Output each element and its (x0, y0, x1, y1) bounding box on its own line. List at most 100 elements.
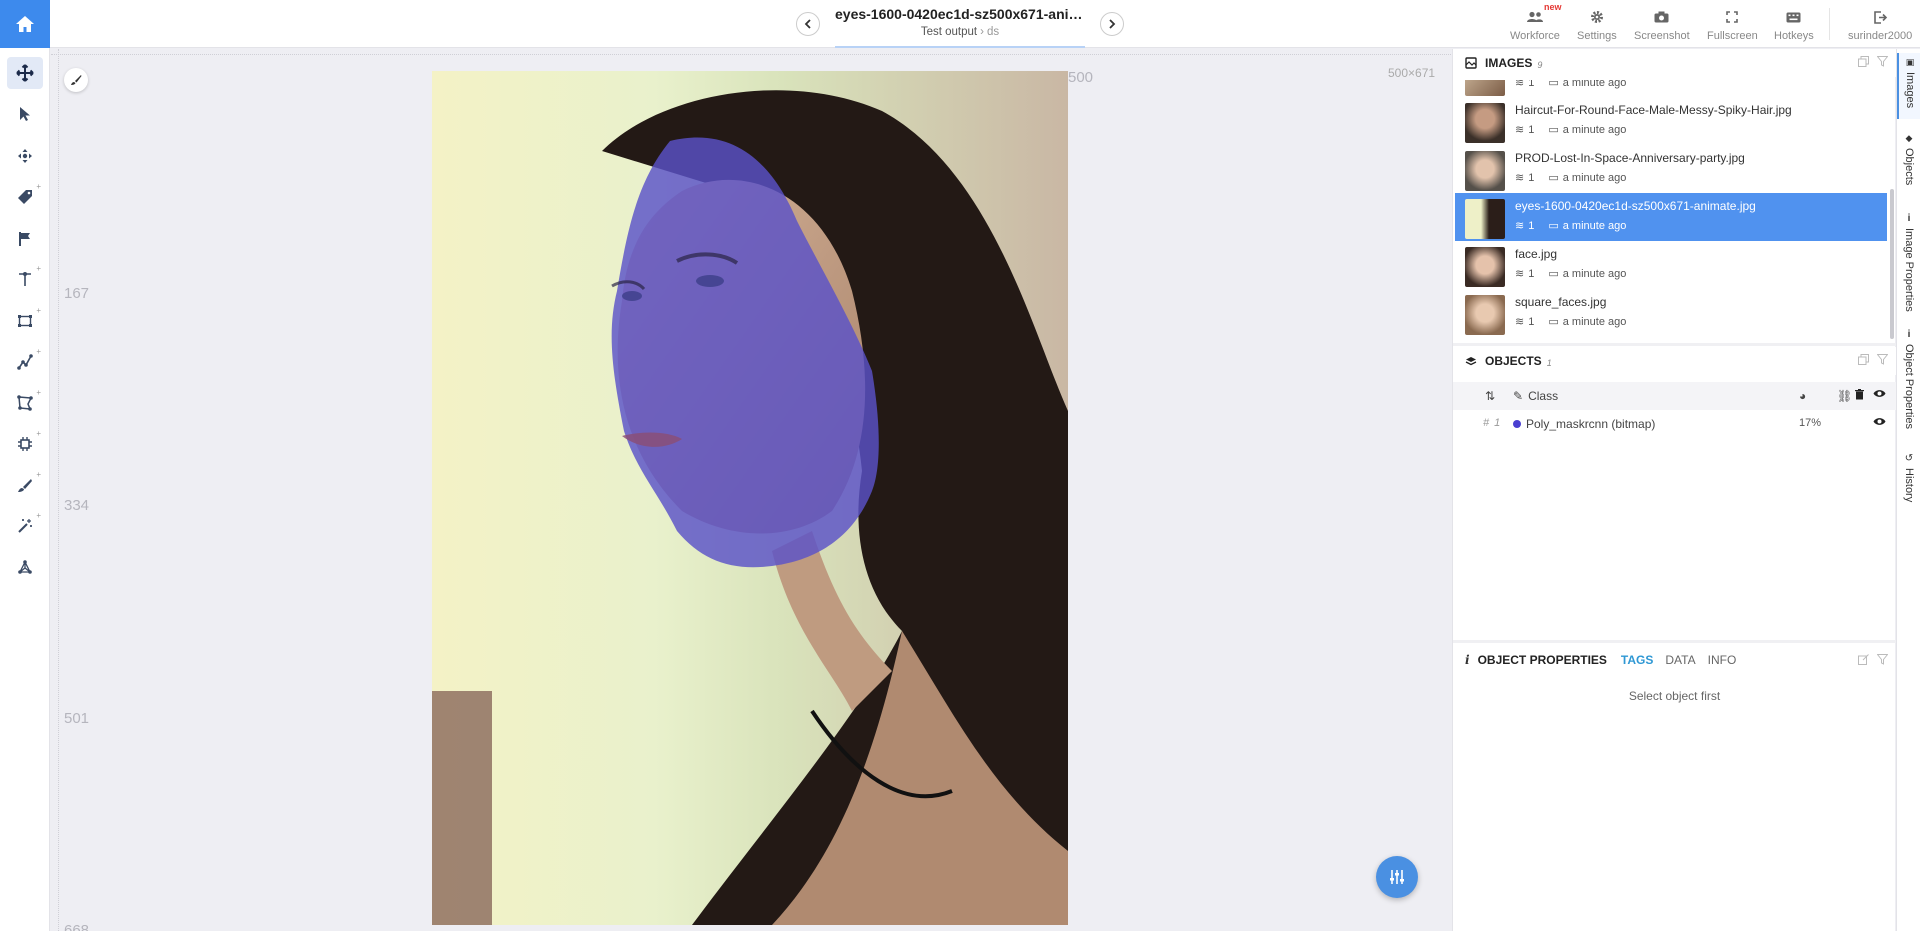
object-properties-title: OBJECT PROPERTIES (1477, 653, 1607, 667)
image-list-item[interactable]: ≋ 1 ▭ a minute ago (1455, 80, 1887, 98)
side-tab-objects[interactable]: ◆ Objects (1897, 129, 1920, 199)
fullscreen-icon (1726, 8, 1739, 26)
smart-tool-button[interactable]: + (7, 428, 43, 460)
brush-settings-button[interactable] (64, 68, 88, 92)
objects-count: 1 (1546, 357, 1552, 368)
chevron-left-icon (804, 19, 811, 29)
next-image-button[interactable] (1100, 12, 1124, 36)
breadcrumb-separator-icon: › (980, 26, 984, 38)
object-count: 1 (1528, 171, 1535, 184)
graph-tool-button[interactable] (7, 551, 43, 583)
image-meta: ≋ 1 ▭ a minute ago (1515, 315, 1626, 329)
top-bar: eyes-1600-0420ec1d-sz500x671-anim... Tes… (0, 0, 1920, 48)
copy-icon[interactable] (1858, 354, 1869, 365)
image-list-item[interactable]: square_faces.jpg ≋ 1 ▭ a minute ago (1455, 289, 1887, 337)
image-canvas[interactable] (432, 71, 1068, 925)
tab-data[interactable]: DATA (1665, 653, 1695, 667)
plus-icon: + (36, 264, 41, 273)
tab-tags[interactable]: TAGS (1621, 653, 1653, 667)
image-name: eyes-1600-0420ec1d-sz500x671-animate.jpg (1515, 199, 1756, 213)
filter-icon[interactable] (1877, 654, 1888, 665)
copy-icon[interactable] (1858, 56, 1869, 67)
filter-icon[interactable] (1877, 56, 1888, 67)
sort-index-icon[interactable]: ⇅ (1485, 389, 1495, 403)
panel-resize-handle[interactable] (1453, 343, 1896, 346)
rectangle-tool-button[interactable]: + (7, 305, 43, 337)
tab-info[interactable]: INFO (1708, 653, 1737, 667)
images-icon (1465, 57, 1477, 69)
pan-tool-button[interactable] (7, 57, 43, 89)
image-list-scrollbar[interactable] (1890, 189, 1894, 339)
eye-icon[interactable] (1873, 389, 1886, 398)
class-color-dot (1513, 420, 1521, 428)
class-column-header[interactable]: ✎ Class (1513, 389, 1558, 403)
tag-tool-button[interactable]: + (7, 181, 43, 213)
image-thumbnail (1465, 295, 1505, 335)
calendar-icon: ▭ (1548, 316, 1559, 328)
side-tab-image-properties[interactable]: i Image Properties (1897, 209, 1920, 313)
image-list-item[interactable]: PROD-Lost-In-Space-Anniversary-party.jpg… (1455, 145, 1887, 193)
layers-icon: ≋ (1515, 220, 1525, 232)
ruler-label-left: 167 (64, 285, 90, 302)
edit-icon[interactable] (1858, 654, 1869, 665)
prev-image-button[interactable] (796, 12, 820, 36)
people-icon (1526, 8, 1544, 26)
image-time: a minute ago (1562, 123, 1627, 136)
workforce-button[interactable]: new Workforce (1510, 2, 1562, 42)
info-icon: i (1907, 213, 1911, 224)
image-list-item[interactable]: Haircut-For-Round-Face-Male-Messy-Spiky-… (1455, 97, 1887, 145)
image-list-item[interactable]: face.jpg ≋ 1 ▭ a minute ago (1455, 241, 1887, 289)
fullscreen-button[interactable]: Fullscreen (1707, 8, 1758, 42)
workforce-label: Workforce (1510, 30, 1560, 42)
magic-wand-icon (18, 519, 32, 533)
brush-tool-button[interactable]: + (7, 469, 43, 501)
side-tab-object-properties[interactable]: i Object Properties (1897, 325, 1920, 433)
panel-resize-handle[interactable] (1453, 640, 1896, 643)
side-tab-label: Objects (1903, 148, 1915, 186)
objects-title: OBJECTS (1485, 354, 1542, 368)
user-logout-button[interactable]: surinder2000 (1848, 8, 1912, 42)
plus-icon: + (36, 511, 41, 520)
move-arrows-icon (16, 64, 34, 82)
images-section-header: IMAGES 9 (1453, 49, 1896, 77)
username-label: surinder2000 (1848, 30, 1913, 42)
plus-icon: + (36, 347, 41, 356)
portrait-image (432, 71, 1068, 925)
filter-icon[interactable] (1877, 354, 1888, 365)
brush-icon (18, 479, 32, 492)
object-row[interactable]: #1 Poly_maskrcnn (bitmap) 17% (1453, 410, 1896, 436)
image-list[interactable]: ≋ 1 ▭ a minute ago Haircut-For-Round-Face-… (1453, 80, 1889, 343)
object-count: 1 (1528, 80, 1535, 89)
settings-button[interactable]: Settings (1577, 8, 1617, 42)
point-tool-button[interactable]: + (7, 263, 43, 295)
magic-wand-tool-button[interactable]: + (7, 510, 43, 542)
screenshot-button[interactable]: Screenshot (1634, 8, 1690, 42)
object-count: 1 (1528, 219, 1535, 232)
calendar-icon: ▭ (1548, 172, 1559, 184)
select-tool-button[interactable] (7, 98, 43, 130)
breadcrumb-dataset[interactable]: ds (987, 26, 999, 38)
link-icon[interactable]: ⛓ (1837, 389, 1852, 403)
image-list-item-selected[interactable]: eyes-1600-0420ec1d-sz500x671-animate.jpg… (1455, 193, 1887, 241)
move-points-tool-button[interactable] (7, 140, 43, 172)
new-badge: new (1544, 2, 1562, 12)
side-tab-images[interactable]: ▣ Images (1897, 53, 1920, 119)
canvas-settings-fab[interactable] (1376, 856, 1418, 898)
vertical-ruler (51, 49, 59, 931)
polyline-tool-button[interactable]: + (7, 346, 43, 378)
hotkeys-button[interactable]: Hotkeys (1774, 8, 1814, 42)
flag-tool-button[interactable] (7, 223, 43, 255)
polygon-tool-button[interactable]: + (7, 387, 43, 419)
home-button[interactable] (0, 0, 50, 48)
image-name: square_faces.jpg (1515, 295, 1607, 309)
layers-icon: ≋ (1515, 268, 1525, 280)
trash-icon[interactable] (1855, 389, 1864, 400)
history-icon: ↺ (1904, 453, 1914, 464)
color-wheel-icon[interactable]: ◕ (1799, 389, 1806, 403)
image-name: Haircut-For-Round-Face-Male-Messy-Spiky-… (1515, 103, 1792, 117)
breadcrumb-project[interactable]: Test output (921, 26, 977, 38)
side-tab-history[interactable]: ↺ History (1897, 449, 1920, 515)
image-dimensions: 500×671 (1388, 66, 1436, 80)
images-icon: ▣ (1905, 57, 1915, 67)
eye-icon[interactable] (1873, 417, 1886, 426)
